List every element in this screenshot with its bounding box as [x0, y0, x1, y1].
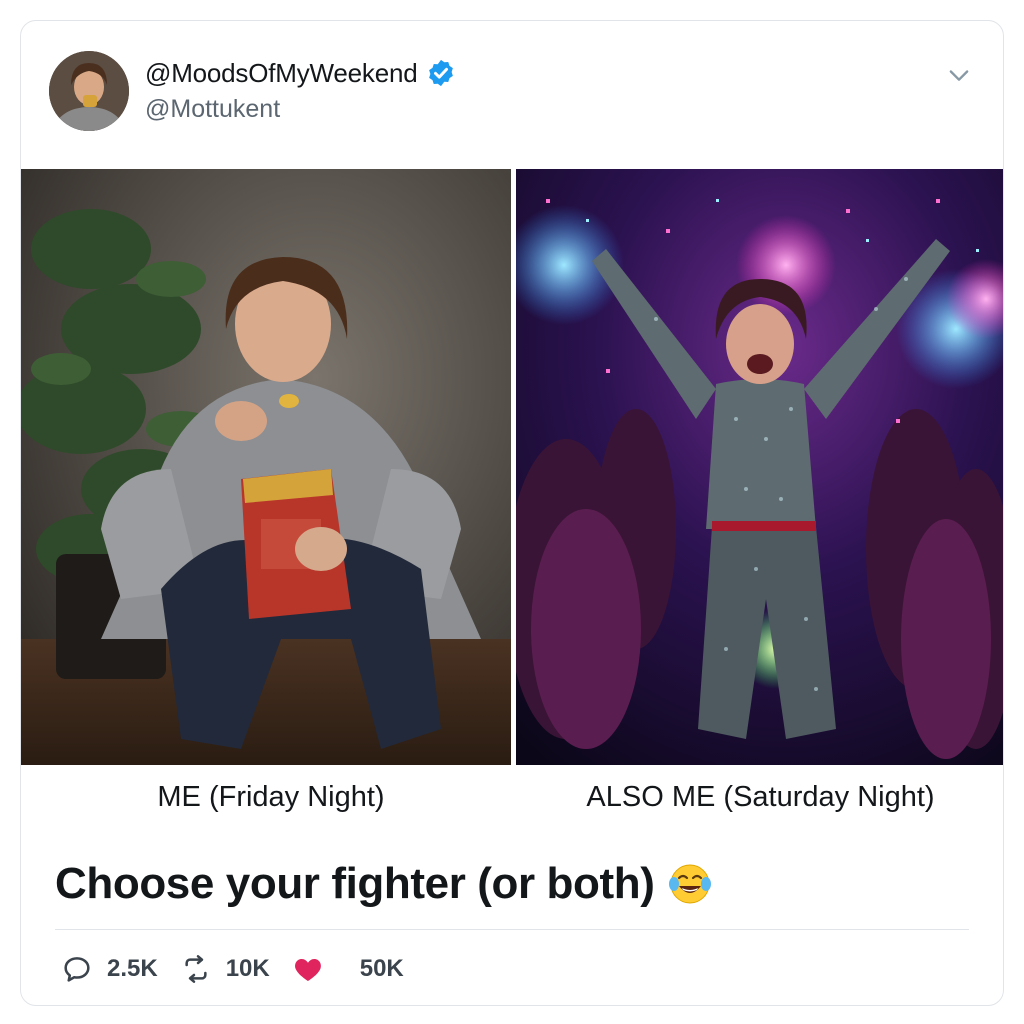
reply-count: 2.5K — [107, 955, 158, 982]
heart-icon — [294, 959, 321, 981]
tweet-card[interactable]: @MoodsOfMyWeekend @Mottukent ME (Friday … — [20, 20, 1004, 1006]
photo-caption-left: ME (Friday Night) — [157, 781, 385, 813]
photo-eating-chips-image — [21, 169, 511, 765]
tweet-text: Choose your fighter (or both) — [55, 859, 712, 909]
photo-saturday-night[interactable] — [516, 169, 1003, 765]
tweet-actions: 2.5K 10K 50K — [61, 951, 426, 987]
retweet-button[interactable]: 10K — [180, 953, 270, 985]
avatar-image — [49, 51, 129, 131]
like-button[interactable]: 50K — [292, 953, 404, 985]
chevron-down-icon[interactable] — [945, 61, 973, 89]
tweet-header: @MoodsOfMyWeekend @Mottukent — [21, 21, 1003, 169]
face-with-tears-of-joy-icon — [669, 864, 712, 904]
tweet-text-content: Choose your fighter (or both) — [55, 859, 655, 908]
author-names: @MoodsOfMyWeekend @Mottukent — [145, 57, 456, 124]
reply-button[interactable]: 2.5K — [61, 953, 158, 985]
verified-badge-icon — [428, 59, 453, 87]
tweet-divider — [55, 929, 969, 930]
photo-friday-night[interactable] — [21, 169, 511, 765]
photo-dancing-party-image — [516, 169, 1003, 765]
author-display-name[interactable]: @MoodsOfMyWeekend — [145, 58, 418, 89]
retweet-count: 10K — [225, 955, 270, 982]
reply-icon — [64, 957, 90, 982]
tweet-media[interactable] — [21, 169, 1003, 765]
retweet-icon — [185, 955, 207, 983]
author-avatar[interactable] — [49, 51, 129, 131]
author-handle[interactable]: @Mottukent — [145, 95, 456, 124]
like-count: 50K — [359, 955, 404, 982]
photo-caption-right: ALSO ME (Saturday Night) — [586, 781, 935, 813]
